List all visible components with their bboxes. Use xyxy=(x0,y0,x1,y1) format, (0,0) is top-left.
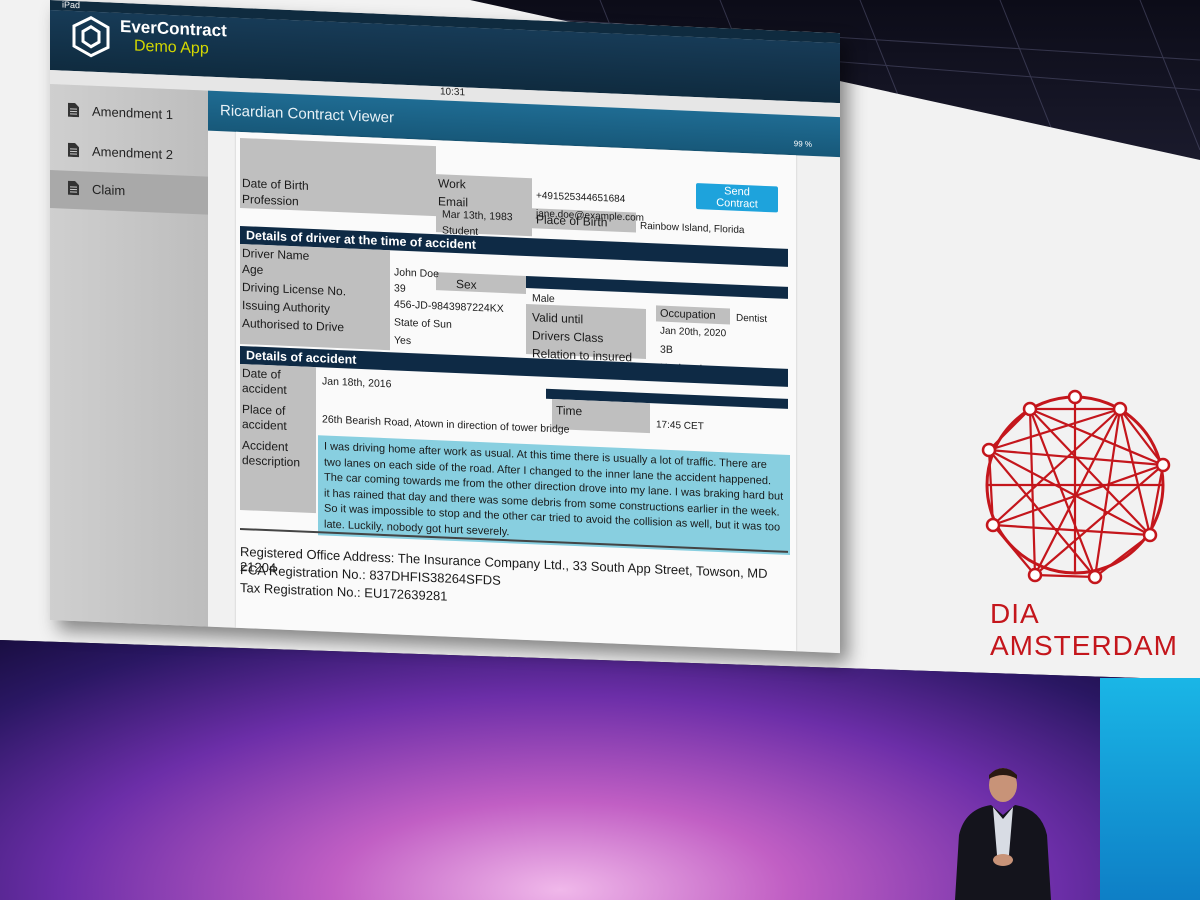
sex-value: Male xyxy=(532,292,555,306)
section-divider xyxy=(526,275,788,299)
email-label: Email xyxy=(438,194,469,210)
age-label: Age xyxy=(242,262,264,277)
send-contract-button[interactable]: Send Contract xyxy=(696,183,778,213)
authorised-value: Yes xyxy=(394,334,412,348)
accident-description[interactable]: I was driving home after work as usual. … xyxy=(318,435,790,556)
sidebar-item-label: Amendment 1 xyxy=(92,103,173,123)
viewer-title: Ricardian Contract Viewer xyxy=(220,102,394,127)
document-icon xyxy=(68,142,79,158)
authority-value: State of Sun xyxy=(394,316,452,331)
sidebar-item-label: Claim xyxy=(92,181,126,199)
place-label-2: accident xyxy=(242,417,287,433)
time-value: 17:45 CET xyxy=(656,419,704,433)
evercontract-logo-icon xyxy=(72,16,110,58)
sidebar-item-label: Amendment 2 xyxy=(92,143,173,163)
drivers-class-label: Drivers Class xyxy=(532,328,604,346)
driver-name-value: John Doe xyxy=(394,266,439,281)
phone-value: +491525344651684 xyxy=(536,190,626,206)
place-of-birth-value: Rainbow Island, Florida xyxy=(640,220,745,237)
license-value: 456-JD-9843987224KX xyxy=(394,298,504,316)
occupation-value: Dentist xyxy=(736,312,768,326)
dob-label: Date of Birth xyxy=(242,176,309,193)
dia-network-logo-icon xyxy=(981,389,1171,585)
accident-date-value: Jan 18th, 2016 xyxy=(322,375,392,391)
brand-subtitle: Demo App xyxy=(134,37,209,58)
label-cell xyxy=(436,272,526,294)
description-label-2: description xyxy=(242,453,301,470)
sidebar-item-amendment-2[interactable]: Amendment 2 xyxy=(50,132,208,177)
document-icon xyxy=(68,102,79,118)
document-icon xyxy=(68,180,79,196)
sidebar: Amendment 1 Amendment 2 Claim xyxy=(50,84,208,627)
profession-label: Profession xyxy=(242,192,299,209)
driver-name-label: Driver Name xyxy=(242,246,310,263)
speaker-figure xyxy=(955,768,1051,900)
place-label: Place of xyxy=(242,402,286,418)
time-label: Time xyxy=(556,403,583,419)
ipad-app-window: iPad EverContract Demo App 10:31 Amendme… xyxy=(50,0,840,654)
description-label: Accident xyxy=(242,438,289,454)
stage-side-panel xyxy=(1100,678,1200,900)
place-of-birth-label: Place of Birth xyxy=(536,212,608,230)
valid-until-label: Valid until xyxy=(532,310,584,327)
age-value: 39 xyxy=(394,282,406,295)
sidebar-item-amendment-1[interactable]: Amendment 1 xyxy=(50,92,208,137)
work-label: Work xyxy=(438,176,466,192)
accident-date-label: Date of xyxy=(242,366,281,382)
sex-label: Sex xyxy=(456,277,477,292)
drivers-class-value: 3B xyxy=(660,343,673,357)
place-value: 26th Bearish Road, Atown in direction of… xyxy=(322,413,570,436)
battery-indicator: 99 % xyxy=(793,139,812,149)
status-time: 10:31 xyxy=(440,86,466,99)
device-label: iPad xyxy=(62,0,81,11)
contract-viewer: Ricardian Contract Viewer 99 % Work Emai… xyxy=(208,90,840,654)
sidebar-item-claim[interactable]: Claim xyxy=(50,170,208,215)
occupation-label: Occupation xyxy=(660,307,716,322)
valid-until-value: Jan 20th, 2020 xyxy=(660,325,727,340)
dia-amsterdam-logo-text: DIA AMSTERDAM xyxy=(990,598,1178,661)
accident-date-label-2: accident xyxy=(242,381,287,397)
